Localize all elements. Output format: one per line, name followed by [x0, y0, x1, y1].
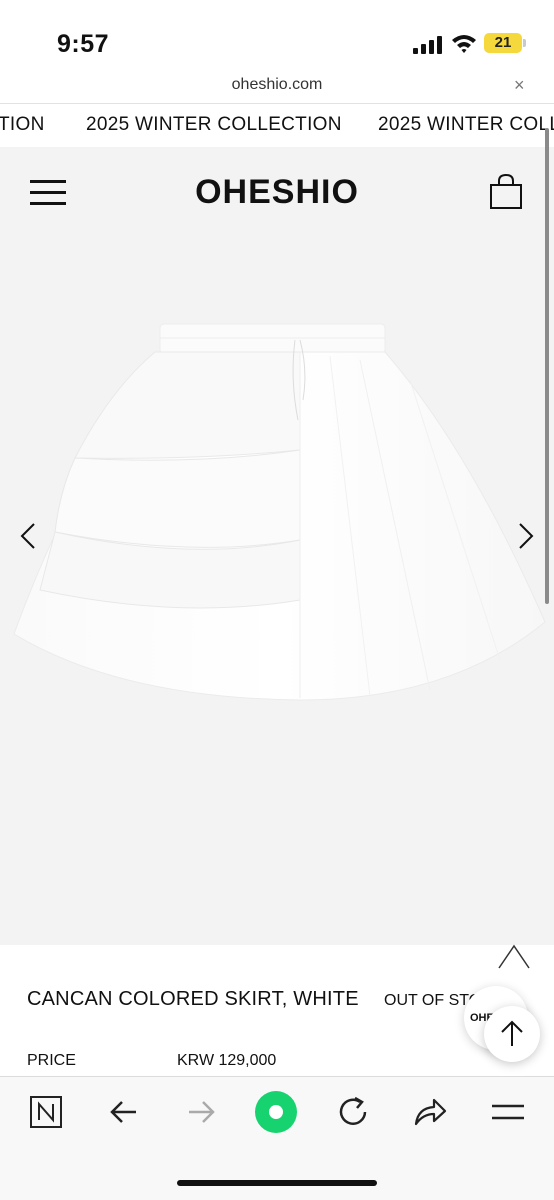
forward-arrow-icon[interactable] [181, 1092, 221, 1132]
site-logo[interactable]: OHESHIO [0, 173, 554, 212]
cellular-signal-icon [413, 36, 443, 54]
battery-indicator: 21 [484, 33, 522, 53]
product-name: CANCAN COLORED SKIRT, WHITE [27, 988, 359, 1010]
shopping-bag-icon[interactable] [489, 174, 523, 210]
naver-n-icon[interactable] [27, 1092, 67, 1132]
arrow-up-icon[interactable] [484, 1006, 540, 1062]
home-indicator [177, 1180, 377, 1186]
green-home-icon[interactable] [254, 1090, 298, 1134]
menu-lines-icon[interactable] [488, 1092, 528, 1132]
close-icon[interactable]: × [514, 75, 525, 96]
product-image[interactable] [0, 300, 554, 720]
marquee-item: TION [0, 114, 45, 135]
wifi-icon [452, 35, 476, 53]
url-bar[interactable]: oheshio.com × [0, 70, 554, 104]
marquee-item: 2025 WINTER COLLE [378, 114, 554, 135]
status-time: 9:57 [57, 30, 110, 58]
share-icon[interactable] [410, 1092, 450, 1132]
chevron-up-icon[interactable] [496, 940, 532, 972]
price-label: PRICE [27, 1052, 76, 1069]
chevron-right-icon[interactable] [514, 518, 538, 554]
status-bar: 9:57 21 [0, 0, 554, 70]
battery-tip [523, 39, 526, 47]
back-arrow-icon[interactable] [104, 1092, 144, 1132]
url-text[interactable]: oheshio.com [0, 76, 554, 94]
chevron-left-icon[interactable] [16, 518, 40, 554]
reload-icon[interactable] [333, 1092, 373, 1132]
announcement-marquee: TION 2025 WINTER COLLECTION 2025 WINTER … [0, 105, 554, 147]
marquee-item: 2025 WINTER COLLECTION [86, 114, 342, 135]
price-value: KRW 129,000 [177, 1052, 277, 1069]
